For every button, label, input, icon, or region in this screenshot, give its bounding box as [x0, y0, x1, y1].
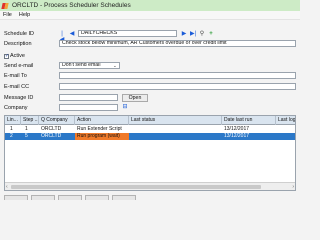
cell-action: Run program (wait): [75, 133, 129, 140]
menu-help[interactable]: Help: [19, 12, 30, 18]
footer-button-4[interactable]: [85, 195, 109, 200]
nav-next-icon[interactable]: ▶: [181, 31, 187, 37]
column-header-last-log[interactable]: Last log: [276, 116, 295, 125]
menu-bar: File Help: [0, 11, 300, 20]
add-icon[interactable]: +: [208, 31, 214, 37]
email-to-input[interactable]: [59, 72, 296, 79]
schedule-steps-grid: Lin... Step ... Q Company Action Last st…: [4, 115, 296, 191]
menu-file[interactable]: File: [3, 12, 12, 18]
column-header-date-last-run[interactable]: Date last run: [222, 116, 276, 125]
footer-button-1[interactable]: [4, 195, 28, 200]
message-id-input[interactable]: [59, 94, 118, 101]
cell-status: [129, 133, 222, 140]
company-input[interactable]: [59, 104, 118, 111]
nav-first-icon[interactable]: |◀: [59, 31, 65, 43]
scroll-right-icon[interactable]: ›: [292, 184, 294, 190]
column-header-last-status[interactable]: Last status: [129, 116, 222, 125]
cell-line: 2: [10, 133, 13, 139]
cell-step: 5: [25, 133, 28, 139]
search-icon[interactable]: ⚲: [199, 31, 205, 37]
column-header-company[interactable]: Q Company: [39, 116, 75, 125]
active-label: Active: [10, 53, 25, 59]
footer-button-3[interactable]: [58, 195, 82, 200]
nav-last-icon[interactable]: ▶|: [190, 31, 196, 37]
grid-header: Lin... Step ... Q Company Action Last st…: [5, 116, 295, 125]
column-header-step[interactable]: Step ...: [21, 116, 39, 125]
table-row-selected[interactable]: 2 5 ORCLTD Run program (wait) 13/12/2017: [5, 133, 295, 140]
footer-button-2[interactable]: [31, 195, 55, 200]
cell-status: [129, 126, 222, 133]
cell-date: 13/12/2017: [224, 133, 250, 139]
email-to-label: E-mail To: [4, 73, 27, 79]
cell-log: [276, 133, 295, 140]
cell-step: 1: [25, 126, 28, 132]
schedule-id-label: Schedule ID: [4, 31, 34, 37]
send-email-select[interactable]: Don't send email: [59, 62, 120, 69]
email-cc-label: E-mail CC: [4, 84, 30, 90]
open-button[interactable]: Open: [122, 94, 148, 102]
window-title: ORCLTD - Process Scheduler Schedules: [12, 2, 131, 9]
column-header-action[interactable]: Action: [75, 116, 129, 125]
scrollbar-thumb[interactable]: [11, 185, 261, 189]
cell-log: [276, 126, 295, 133]
schedule-id-input[interactable]: DAILYCHECKS: [78, 30, 177, 37]
cell-date: 13/12/2017: [224, 126, 250, 132]
footer-button-5[interactable]: [112, 195, 136, 200]
cell-line: 1: [10, 126, 13, 132]
description-label: Description: [4, 41, 32, 47]
scroll-left-icon[interactable]: ‹: [6, 184, 8, 190]
cell-company: ORCLTD: [41, 126, 62, 132]
title-bar: ORCLTD - Process Scheduler Schedules: [0, 0, 300, 11]
active-checkbox[interactable]: [4, 53, 9, 59]
column-header-line[interactable]: Lin...: [5, 116, 21, 125]
nav-prev-icon[interactable]: ◀: [69, 31, 75, 37]
message-id-label: Message ID: [4, 95, 34, 101]
chevron-down-icon[interactable]: ⌄: [113, 63, 117, 69]
company-lookup-icon[interactable]: ⊟: [122, 104, 128, 110]
table-row[interactable]: 1 1 ORCLTD Run Extender Script 13/12/201…: [5, 126, 295, 133]
email-cc-input[interactable]: [59, 83, 296, 90]
send-email-label: Send e-mail: [4, 63, 34, 69]
app-logo-icon: [2, 2, 9, 9]
description-input[interactable]: Check stock below minimum, AR Customers …: [59, 40, 296, 47]
horizontal-scrollbar[interactable]: ‹ ›: [5, 182, 295, 190]
cell-action: Run Extender Script: [77, 126, 122, 132]
cell-company: ORCLTD: [41, 133, 62, 139]
company-label: Company: [4, 105, 28, 111]
